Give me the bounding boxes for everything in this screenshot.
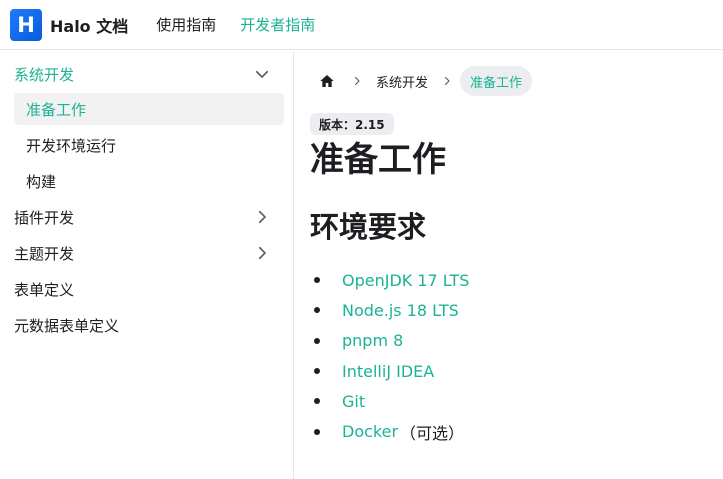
requirement-link-nodejs[interactable]: Node.js 18 LTS	[342, 301, 459, 320]
requirements-list: OpenJDK 17 LTS Node.js 18 LTS pnpm 8 Int…	[314, 265, 469, 447]
top-navbar: H Halo 文档 使用指南 开发者指南	[0, 0, 723, 50]
sidebar-category-label: 元数据表单定义	[14, 316, 120, 335]
sidebar-category-metadata-form[interactable]: 元数据表单定义	[0, 308, 293, 342]
list-item: Docker （可选）	[314, 416, 469, 446]
sidebar-category-plugin-dev[interactable]: 插件开发	[0, 200, 293, 234]
list-item: pnpm 8	[314, 326, 469, 356]
sidebar-category-label: 表单定义	[14, 280, 75, 299]
site-title: Halo 文档	[50, 16, 129, 36]
brand-link[interactable]: H Halo 文档	[10, 8, 129, 41]
sidebar-item-label: 开发环境运行	[26, 136, 117, 155]
breadcrumb-item-system-dev[interactable]: 系统开发	[370, 72, 434, 91]
sidebar-category-label: 主题开发	[14, 244, 75, 263]
requirement-link-openjdk[interactable]: OpenJDK 17 LTS	[342, 271, 469, 290]
bullet-icon	[314, 277, 320, 284]
list-item: Node.js 18 LTS	[314, 295, 469, 325]
sidebar-item-preparation[interactable]: 准备工作	[14, 93, 284, 125]
sidebar-category-theme-dev[interactable]: 主题开发	[0, 236, 293, 270]
requirement-link-docker[interactable]: Docker	[342, 422, 398, 441]
nav-link-developer-guide[interactable]: 开发者指南	[240, 14, 315, 35]
sidebar-item-build[interactable]: 构建	[0, 164, 293, 198]
chevron-right-icon[interactable]	[253, 208, 271, 226]
chevron-right-icon	[344, 75, 370, 87]
requirement-link-git[interactable]: Git	[342, 392, 365, 411]
sidebar-category-label: 系统开发	[14, 65, 75, 84]
bullet-icon	[314, 307, 320, 314]
requirement-link-intellij[interactable]: IntelliJ IDEA	[342, 362, 434, 381]
sidebar-item-label: 准备工作	[26, 100, 87, 119]
logo-letter: H	[17, 12, 35, 37]
sidebar-item-dev-env-run[interactable]: 开发环境运行	[0, 128, 293, 162]
breadcrumb: 系统开发 准备工作	[310, 65, 533, 97]
list-item: OpenJDK 17 LTS	[314, 265, 469, 295]
breadcrumb-item-current: 准备工作	[460, 66, 533, 96]
nav-link-user-guide[interactable]: 使用指南	[156, 14, 216, 35]
chevron-down-icon[interactable]	[253, 65, 271, 83]
list-item: IntelliJ IDEA	[314, 356, 469, 386]
sidebar-category-form-schema[interactable]: 表单定义	[0, 272, 293, 306]
optional-note: （可选）	[400, 423, 465, 443]
home-icon[interactable]	[310, 65, 344, 97]
version-badge: 版本：2.15	[310, 113, 394, 135]
list-item: Git	[314, 386, 469, 416]
section-heading-requirements: 环境要求	[310, 210, 427, 244]
sidebar-category-label: 插件开发	[14, 208, 75, 227]
sidebar-item-label: 构建	[26, 172, 57, 191]
sidebar-category-system-dev[interactable]: 系统开发	[0, 57, 293, 91]
bullet-icon	[314, 337, 320, 344]
bullet-icon	[314, 398, 320, 405]
docs-sidebar: 系统开发 准备工作 开发环境运行 构建 插件开发 主题开发 表单定义 元数据表单…	[0, 51, 294, 479]
halo-logo: H	[10, 8, 42, 41]
chevron-right-icon	[434, 75, 460, 87]
requirement-link-pnpm[interactable]: pnpm 8	[342, 331, 403, 350]
chevron-right-icon[interactable]	[253, 244, 271, 262]
page-title: 准备工作	[310, 140, 446, 180]
bullet-icon	[314, 368, 320, 375]
bullet-icon	[314, 428, 320, 435]
